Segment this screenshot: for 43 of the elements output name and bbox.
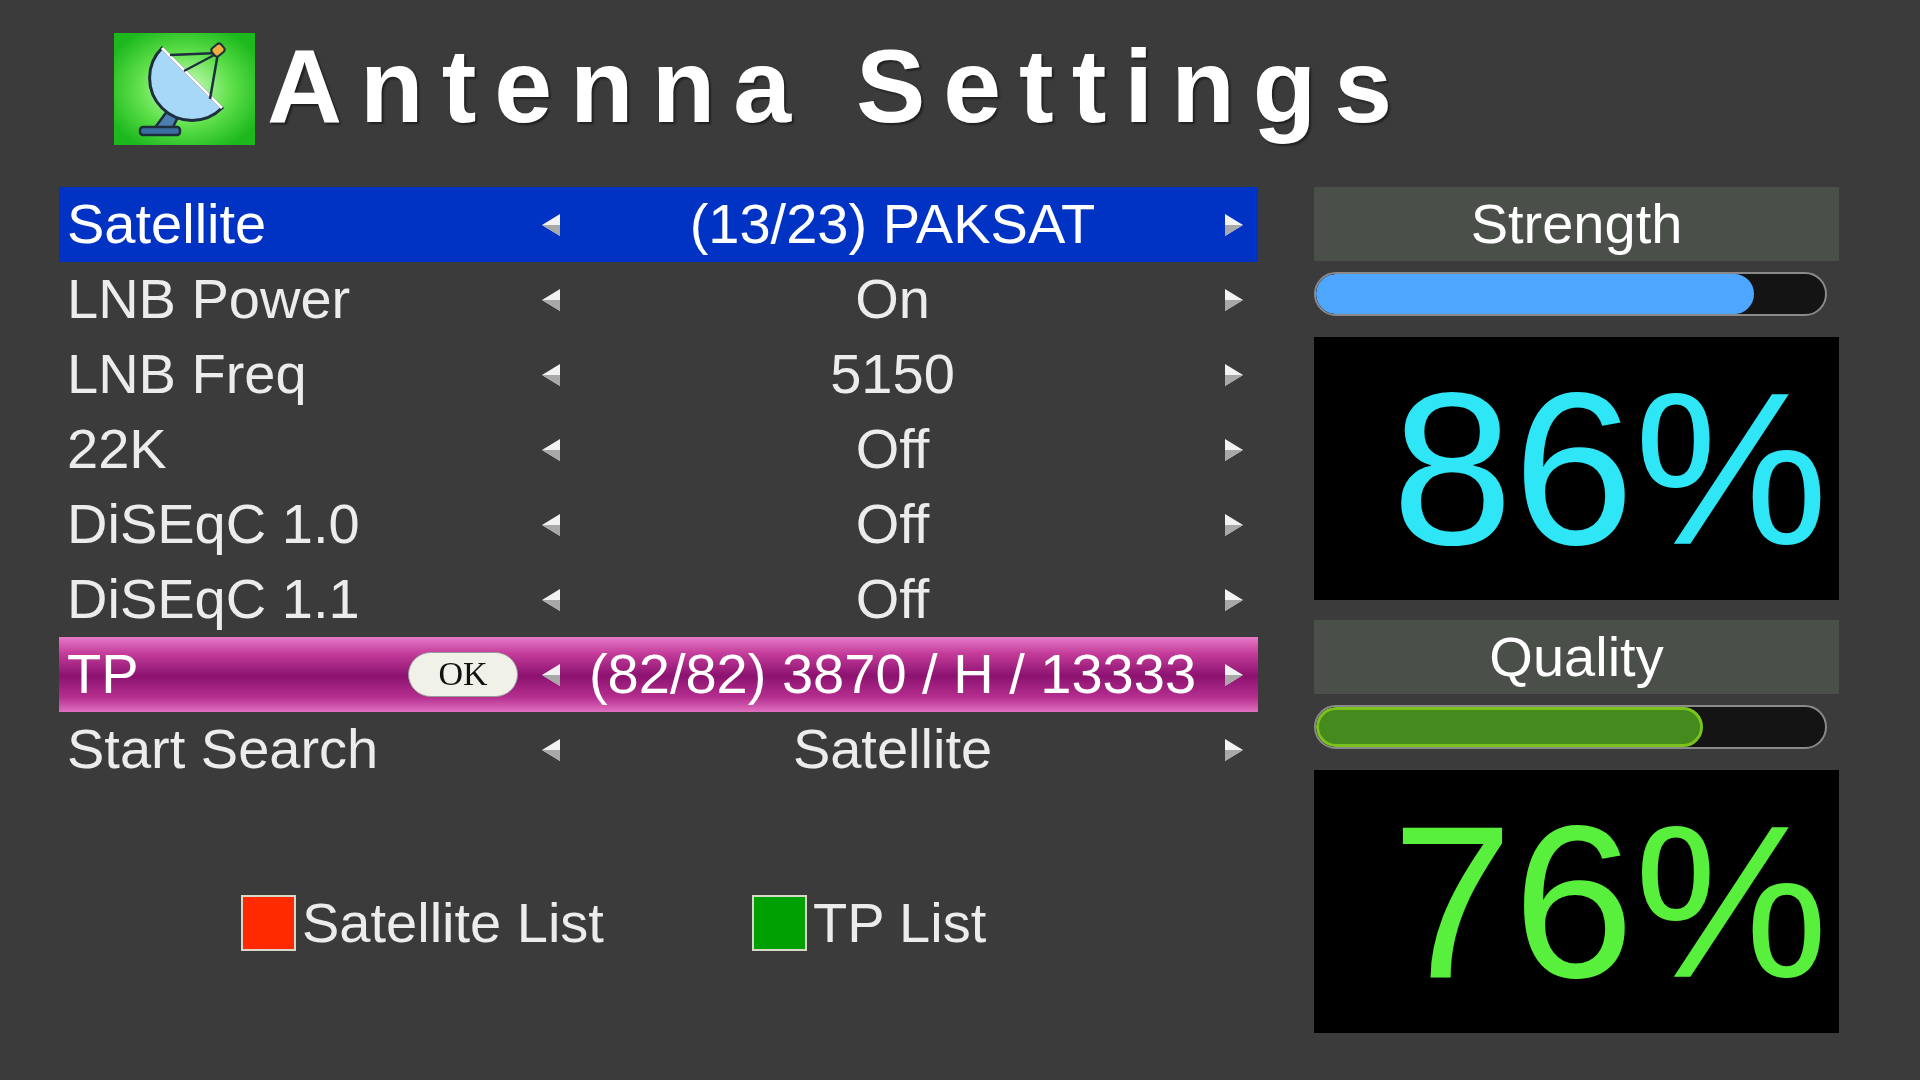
left-arrow-icon xyxy=(542,363,560,386)
left-arrow-icon xyxy=(542,438,560,461)
setting-value: Satellite xyxy=(791,717,994,782)
right-arrow-icon xyxy=(1225,738,1243,761)
left-arrow-icon xyxy=(542,663,560,686)
setting-label: Satellite xyxy=(67,192,267,257)
right-arrow-icon xyxy=(1225,663,1243,686)
right-arrow-icon xyxy=(1225,213,1243,236)
right-arrow-icon xyxy=(1225,513,1243,536)
ok-button[interactable]: OK xyxy=(408,652,518,697)
setting-value: Off xyxy=(854,417,931,482)
left-arrow-icon xyxy=(542,288,560,311)
left-arrow-icon xyxy=(542,738,560,761)
setting-label: TP xyxy=(67,642,139,707)
setting-value: On xyxy=(854,267,931,332)
meter-title: Quality xyxy=(1314,620,1839,694)
right-arrow-icon xyxy=(1225,588,1243,611)
right-arrow-icon xyxy=(1225,363,1243,386)
key-label: TP List xyxy=(812,891,987,956)
right-arrow-icon xyxy=(1225,438,1243,461)
setting-label: DiSEqC 1.0 xyxy=(67,492,360,557)
right-arrow-icon xyxy=(1225,288,1243,311)
percentage-reading: 86% xyxy=(1391,348,1828,589)
highlighted-row[interactable]: TP OK (82/82) 3870 / H / 13333 xyxy=(59,637,1258,712)
setting-value: 5150 xyxy=(829,342,956,407)
setting-value: (13/23) PAKSAT xyxy=(688,192,1097,257)
setting-value: (82/82) 3870 / H / 13333 xyxy=(587,642,1198,707)
meter-title: Strength xyxy=(1314,187,1839,261)
setting-label: LNB Power xyxy=(67,267,351,332)
key-label: Satellite List xyxy=(302,891,604,956)
selected-row[interactable]: Satellite (13/23) PAKSAT xyxy=(59,187,1258,262)
setting-value: Off xyxy=(854,567,931,632)
left-arrow-icon xyxy=(542,513,560,536)
setting-label: 22K xyxy=(67,417,167,482)
percentage-reading: 76% xyxy=(1391,781,1828,1022)
left-arrow-icon xyxy=(542,588,560,611)
setting-value: Off xyxy=(854,492,931,557)
setting-label: LNB Freq xyxy=(67,342,307,407)
satellite-dish-icon xyxy=(114,33,255,145)
page-title: Antenna Settings xyxy=(267,27,1412,147)
left-arrow-icon xyxy=(542,213,560,236)
setting-label: DiSEqC 1.1 xyxy=(67,567,360,632)
setting-label: Start Search xyxy=(67,717,379,782)
